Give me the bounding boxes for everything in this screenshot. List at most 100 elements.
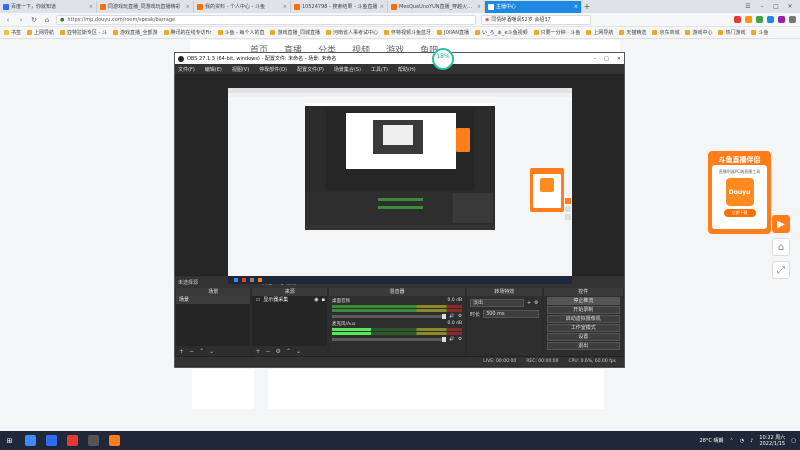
home-side-icon[interactable]: ⌂ bbox=[772, 238, 790, 256]
menu-profile[interactable]: 配置文件(P) bbox=[297, 66, 324, 73]
bookmark-item[interactable]: 上网导航 bbox=[27, 29, 54, 36]
bookmark-item[interactable]: 只要一分钟 · 斗鱼 bbox=[533, 29, 580, 36]
back-icon[interactable]: ‹ bbox=[4, 16, 12, 24]
minimize-icon[interactable]: – bbox=[758, 3, 766, 10]
bookmark-item[interactable]: 斗鱼 - 每个人的直 bbox=[217, 29, 264, 36]
gear-icon[interactable]: ⚙ bbox=[458, 314, 462, 319]
extension-icon[interactable] bbox=[767, 16, 774, 23]
close-window-icon[interactable]: ✕ bbox=[786, 3, 794, 10]
move-down-icon[interactable]: ⌄ bbox=[209, 348, 214, 355]
notification-icon[interactable]: ▢ bbox=[791, 438, 796, 444]
virtual-camera-button[interactable]: 启动虚拟摄像机 bbox=[546, 315, 620, 323]
menu-view[interactable]: 视图(V) bbox=[232, 66, 249, 73]
browser-tab-baidu[interactable]: 百度一下，你就知道 × bbox=[0, 0, 97, 13]
close-icon[interactable]: × bbox=[380, 4, 384, 10]
add-icon[interactable]: + bbox=[527, 300, 531, 306]
lock-icon[interactable]: ▪ bbox=[322, 296, 327, 304]
bookmark-item[interactable]: 游戏中心 bbox=[685, 29, 712, 36]
menu-docks[interactable]: 停靠部件(D) bbox=[259, 66, 287, 73]
up-arrow-icon[interactable]: ⌃ bbox=[729, 438, 733, 444]
new-tab-button[interactable]: + bbox=[582, 2, 592, 11]
stop-streaming-button[interactable]: 停止推流 bbox=[546, 297, 620, 305]
home-icon[interactable]: ⌂ bbox=[43, 16, 51, 24]
bookmark-item[interactable]: 书签 bbox=[4, 29, 21, 36]
minimize-icon[interactable]: – bbox=[594, 56, 597, 62]
extension-icon[interactable] bbox=[734, 16, 741, 23]
move-up-icon[interactable]: ⌃ bbox=[286, 348, 291, 355]
menu-edit[interactable]: 编辑(E) bbox=[205, 66, 222, 73]
duration-input[interactable]: 300 ms bbox=[483, 310, 539, 318]
bookmark-item[interactable]: 斗鱼 bbox=[751, 29, 769, 36]
browser-tab-search[interactable]: 10524798 - 搜索结果 - 斗鱼直播 × bbox=[291, 0, 388, 13]
menu-icon[interactable] bbox=[789, 16, 796, 23]
volume-icon[interactable]: ♪ bbox=[750, 438, 753, 444]
menu-tools[interactable]: 工具(T) bbox=[371, 66, 388, 73]
add-icon[interactable]: + bbox=[179, 348, 184, 355]
transition-select[interactable]: 淡出 bbox=[470, 299, 524, 307]
companion-promo-card[interactable]: 斗鱼直播伴侣 直播利器PC端直播工具 Douyu 立即下载 bbox=[708, 151, 771, 234]
close-icon[interactable]: × bbox=[89, 4, 93, 10]
remove-icon[interactable]: − bbox=[189, 348, 194, 355]
scene-item[interactable]: 场景 bbox=[176, 296, 251, 304]
close-icon[interactable]: × bbox=[477, 4, 481, 10]
douyu-icon[interactable] bbox=[109, 435, 120, 446]
bookmark-item[interactable]: 游戏直播_全部游 bbox=[113, 29, 158, 36]
move-down-icon[interactable]: ⌄ bbox=[296, 348, 301, 355]
download-button[interactable]: 立即下载 bbox=[723, 209, 756, 217]
menu-scene-collection[interactable]: 场景集合(S) bbox=[334, 66, 361, 73]
bookmark-item[interactable]: い_ろ_ぁ_e斗鱼视频 bbox=[475, 29, 528, 36]
app-icon[interactable] bbox=[67, 435, 78, 446]
windows-start-icon[interactable]: ⊞ bbox=[4, 435, 15, 446]
expand-icon[interactable]: ⤢ bbox=[772, 261, 790, 279]
bookmark-item[interactable]: 京东商城 bbox=[652, 29, 679, 36]
settings-button[interactable]: 设置 bbox=[546, 333, 620, 341]
bookmark-item[interactable]: JIXIAN直播 bbox=[437, 29, 469, 36]
menu-help[interactable]: 帮助(H) bbox=[398, 66, 416, 73]
speaker-icon[interactable]: 🔊 bbox=[449, 337, 455, 342]
speaker-icon[interactable]: 🔊 bbox=[449, 314, 455, 319]
gear-icon[interactable]: ⚙ bbox=[458, 337, 462, 342]
volume-slider[interactable] bbox=[331, 314, 447, 319]
skin-icon[interactable]: ☰ bbox=[744, 3, 752, 10]
bookmark-item[interactable]: 腾讯的在线专访Fir bbox=[163, 29, 212, 36]
extension-icon[interactable] bbox=[756, 16, 763, 23]
refresh-icon[interactable]: ↻ bbox=[30, 16, 38, 24]
move-up-icon[interactable]: ⌃ bbox=[199, 348, 204, 355]
clock[interactable]: 10:22 周六 2022/1/15 bbox=[759, 435, 785, 447]
studio-mode-button[interactable]: 工作室模式 bbox=[546, 324, 620, 332]
extension-icon[interactable] bbox=[778, 16, 785, 23]
bookmark-item[interactable]: 游戏直播_同城直播 bbox=[270, 29, 320, 36]
cpu-usage-badge[interactable]: 18% bbox=[432, 48, 454, 70]
add-icon[interactable]: + bbox=[255, 348, 260, 355]
close-icon[interactable]: × bbox=[186, 4, 190, 10]
source-item[interactable]: ▭ 显示器采集 ◉ ▪ bbox=[252, 296, 326, 304]
bookmark-item[interactable]: 亚特拉斯专区 - 斗 bbox=[60, 29, 107, 36]
close-icon[interactable]: × bbox=[574, 4, 578, 10]
gear-icon[interactable]: ⚙ bbox=[534, 300, 538, 306]
extension-icon[interactable] bbox=[745, 16, 752, 23]
maximize-icon[interactable]: □ bbox=[772, 3, 780, 10]
bookmark-item[interactable]: 热门游戏 bbox=[718, 29, 745, 36]
weather-text[interactable]: 28°C 晴朗 bbox=[700, 437, 724, 444]
browser-icon[interactable] bbox=[46, 435, 57, 446]
browser-tab-game[interactable]: 同游戏玩直播_同游戏玩直播精彩 × bbox=[97, 0, 194, 13]
eye-icon[interactable]: ◉ bbox=[314, 296, 318, 304]
bookmark-item[interactable]: 河南省人事考试中心 bbox=[326, 29, 378, 36]
remove-icon[interactable]: − bbox=[266, 348, 271, 355]
close-icon[interactable]: ✕ bbox=[617, 56, 621, 62]
search-input[interactable]: ◉ 同情醉酒嘲讽52岁 会招37 bbox=[481, 14, 591, 25]
start-recording-button[interactable]: 开始录制 bbox=[546, 306, 620, 314]
bookmark-item[interactable]: 怀特视频斗鱼蓝牙 bbox=[384, 29, 431, 36]
browser-tab-cf[interactable]: MesQueUnoYUN直播_穿越火线直 × bbox=[388, 0, 485, 13]
play-icon[interactable]: ▶ bbox=[772, 215, 790, 233]
maximize-icon[interactable]: □ bbox=[604, 56, 609, 62]
url-field[interactable]: ● https://mp.douyu.com/room/speak/barrag… bbox=[56, 14, 476, 25]
exit-button[interactable]: 退出 bbox=[546, 342, 620, 350]
volume-slider[interactable] bbox=[331, 337, 447, 342]
network-icon[interactable]: ◔ bbox=[740, 438, 744, 444]
gear-icon[interactable]: ⚙ bbox=[276, 348, 281, 355]
close-icon[interactable]: × bbox=[283, 4, 287, 10]
bookmark-item[interactable]: 上网导航 bbox=[586, 29, 613, 36]
bookmark-item[interactable]: 天猫精选 bbox=[619, 29, 646, 36]
obs-preview[interactable] bbox=[175, 74, 624, 284]
